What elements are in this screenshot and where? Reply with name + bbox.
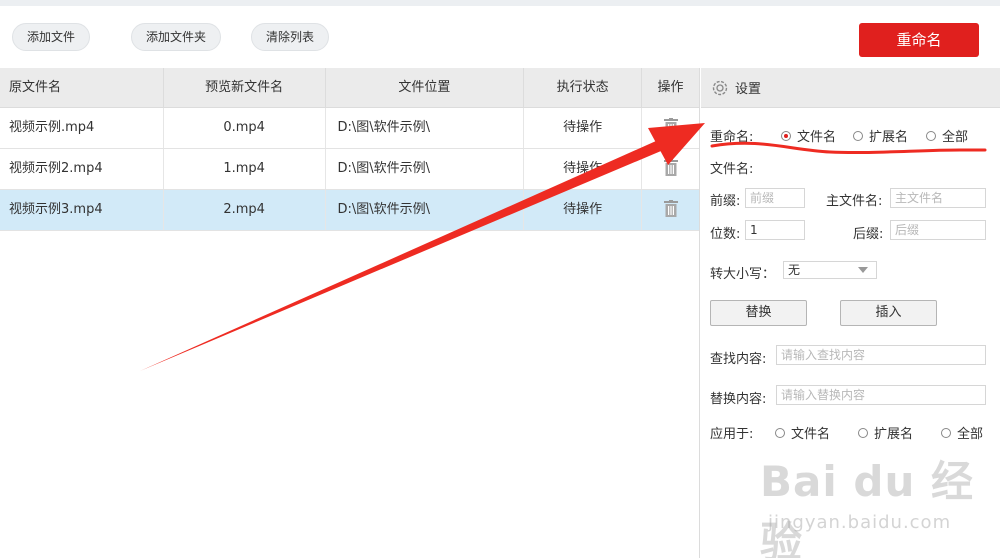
rename-button[interactable]: 重命名	[859, 23, 979, 57]
cell-original-name: 视频示例.mp4	[0, 108, 164, 148]
cell-status: 待操作	[524, 149, 643, 189]
rename-mode-extension-radio[interactable]: 扩展名	[853, 126, 908, 145]
settings-panel: 设置 重命名: 文件名 扩展名 全部 文件名: 前缀: 前缀 主文件名: 主文件…	[701, 68, 1000, 558]
cell-action	[642, 149, 699, 189]
radio-label: 全部	[957, 427, 984, 442]
main-name-label: 主文件名:	[826, 194, 883, 209]
apply-extension-radio[interactable]: 扩展名	[858, 423, 913, 442]
cell-preview-name: 1.mp4	[164, 149, 326, 189]
radio-unchecked-icon	[858, 427, 868, 438]
radio-unchecked-icon	[853, 130, 863, 141]
radio-label: 扩展名	[869, 130, 909, 145]
replace-input[interactable]: 请输入替换内容	[776, 385, 986, 405]
radio-unchecked-icon	[775, 427, 785, 438]
cell-original-name: 视频示例3.mp4	[0, 190, 164, 230]
digits-input[interactable]: 1	[745, 220, 805, 240]
case-label: 转大小写：	[710, 267, 776, 282]
table-row-selected[interactable]: 视频示例3.mp4 2.mp4 D:\图\软件示例\ 待操作	[0, 190, 699, 231]
radio-label: 文件名	[797, 130, 837, 145]
toolbar: 添加文件 添加文件夹 清除列表 重命名	[0, 0, 1000, 68]
prefix-input[interactable]: 前缀	[745, 188, 805, 208]
cell-action	[642, 108, 699, 148]
radio-unchecked-icon	[926, 130, 936, 141]
radio-label: 扩展名	[874, 427, 914, 442]
cell-location: D:\图\软件示例\	[326, 149, 525, 189]
trash-icon[interactable]	[663, 200, 678, 217]
chevron-down-icon	[858, 267, 868, 273]
case-select[interactable]: 无	[783, 261, 877, 279]
main-name-input[interactable]: 主文件名	[890, 188, 986, 208]
clear-list-button[interactable]: 清除列表	[251, 23, 330, 51]
radio-label: 文件名	[791, 427, 831, 442]
replace-button[interactable]: 替换	[710, 300, 807, 326]
radio-label: 全部	[942, 130, 969, 145]
radio-unchecked-icon	[941, 427, 951, 438]
find-input[interactable]: 请输入查找内容	[776, 345, 986, 365]
rename-mode-label: 重命名:	[710, 130, 754, 145]
insert-button[interactable]: 插入	[840, 300, 937, 326]
rename-mode-all-radio[interactable]: 全部	[926, 126, 968, 145]
trash-icon[interactable]	[663, 159, 678, 176]
apply-to-label: 应用于:	[710, 427, 754, 442]
file-table: 原文件名 预览新文件名 文件位置 执行状态 操作 视频示例.mp4 0.mp4 …	[0, 68, 700, 558]
replace-content-label: 替换内容:	[710, 392, 767, 407]
cell-status: 待操作	[524, 108, 643, 148]
digits-label: 位数:	[710, 227, 741, 242]
cell-preview-name: 2.mp4	[164, 190, 326, 230]
table-header: 原文件名 预览新文件名 文件位置 执行状态 操作	[0, 68, 699, 108]
header-status[interactable]: 执行状态	[524, 68, 643, 107]
cell-status: 待操作	[524, 190, 643, 230]
radio-checked-icon	[781, 130, 791, 141]
header-original-name[interactable]: 原文件名	[0, 68, 164, 107]
rename-mode-filename-radio[interactable]: 文件名	[781, 126, 836, 145]
find-label: 查找内容:	[710, 352, 767, 367]
cell-action	[642, 190, 699, 230]
cell-preview-name: 0.mp4	[164, 108, 326, 148]
gear-icon	[712, 80, 728, 95]
table-row[interactable]: 视频示例.mp4 0.mp4 D:\图\软件示例\ 待操作	[0, 108, 699, 149]
cell-original-name: 视频示例2.mp4	[0, 149, 164, 189]
apply-all-radio[interactable]: 全部	[941, 423, 983, 442]
cell-location: D:\图\软件示例\	[326, 108, 525, 148]
header-location[interactable]: 文件位置	[326, 68, 525, 107]
prefix-label: 前缀:	[710, 194, 741, 209]
trash-icon[interactable]	[663, 118, 678, 135]
header-action[interactable]: 操作	[642, 68, 699, 107]
add-file-button[interactable]: 添加文件	[12, 23, 91, 51]
settings-header: 设置	[701, 68, 1000, 108]
suffix-label: 后缀:	[853, 227, 884, 242]
header-preview-name[interactable]: 预览新文件名	[164, 68, 326, 107]
filename-section-label: 文件名:	[710, 162, 754, 177]
cell-location: D:\图\软件示例\	[326, 190, 525, 230]
case-select-value: 无	[788, 263, 801, 277]
settings-title: 设置	[735, 82, 762, 97]
apply-filename-radio[interactable]: 文件名	[775, 423, 830, 442]
suffix-input[interactable]: 后缀	[890, 220, 986, 240]
table-row[interactable]: 视频示例2.mp4 1.mp4 D:\图\软件示例\ 待操作	[0, 149, 699, 190]
add-folder-button[interactable]: 添加文件夹	[131, 23, 222, 51]
